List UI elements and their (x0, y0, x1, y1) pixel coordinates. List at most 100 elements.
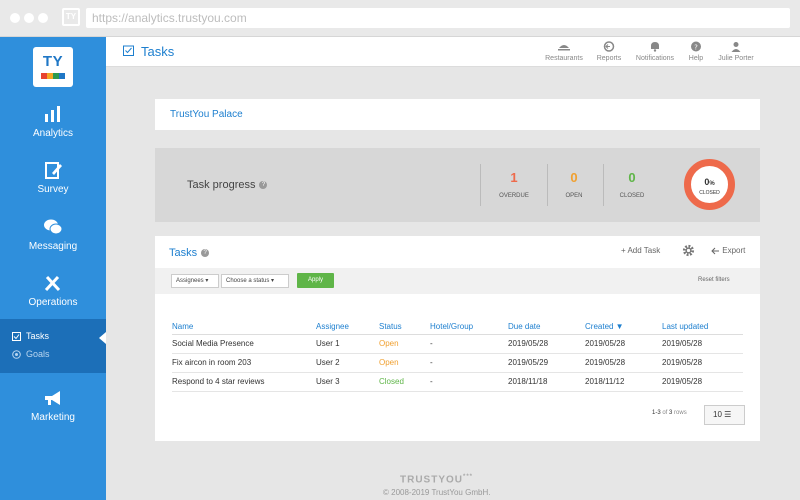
sidebar-item-operations[interactable]: Operations (0, 274, 106, 308)
restaurant-icon (558, 45, 570, 51)
open-count: 0 (570, 170, 578, 185)
sidebar-item-messaging[interactable]: Messaging (0, 218, 106, 252)
page-title: Tasks (141, 44, 175, 59)
divider (480, 164, 481, 206)
reset-filters-link[interactable]: Reset filters (698, 277, 730, 283)
closed-stat: 0 CLOSED (602, 170, 662, 199)
chevron-down-icon: ▾ (205, 278, 209, 284)
task-progress-card: Task progress? 1 OVERDUE 0 OPEN 0 CLOSED… (155, 148, 760, 222)
task-assignee: User 3 (316, 372, 379, 392)
header-nav-user-profile[interactable]: Julie Porter (711, 41, 761, 62)
table-row[interactable]: Respond to 4 star reviews User 3 Closed … (172, 372, 743, 392)
task-created: 2018/11/12 (585, 372, 662, 392)
tasks-card: Tasks? + Add Task Export Assignees ▾ Cho… (155, 236, 760, 441)
browser-toolbar: TY https://analytics.trustyou.com (0, 0, 800, 37)
task-assignee: User 1 (316, 334, 379, 354)
sidebar-item-marketing[interactable]: Marketing (0, 389, 106, 423)
column-name[interactable]: Name (172, 320, 316, 335)
hotel-name[interactable]: TrustYou Palace (170, 109, 243, 120)
status-select-value: Choose a status (226, 278, 270, 284)
apply-button[interactable]: Apply (297, 273, 334, 288)
page-size-value: 10 (713, 410, 722, 419)
bell-icon (651, 42, 659, 52)
closed-percentage-ring: 0% CLOSED (684, 159, 735, 210)
operations-submenu: Tasks Goals (0, 319, 106, 373)
tasks-section-title: Tasks? (169, 247, 210, 259)
task-name: Respond to 4 star reviews (172, 372, 316, 392)
task-last-updated: 2019/05/28 (662, 372, 743, 392)
pager-total: 3 (669, 410, 673, 416)
column-hotel-group[interactable]: Hotel/Group (430, 320, 508, 335)
logo-color-bars (41, 73, 65, 79)
assignees-select[interactable]: Assignees ▾ (171, 274, 219, 288)
status-select[interactable]: Choose a status ▾ (221, 274, 289, 288)
subitem-label: Goals (26, 349, 50, 359)
tasks-title-text: Tasks (169, 247, 198, 259)
sidebar-subitem-tasks[interactable]: Tasks (12, 331, 49, 341)
export-icon (711, 247, 719, 255)
table-row[interactable]: Social Media Presence User 1 Open - 2019… (172, 334, 743, 354)
hotel-card: TrustYou Palace (155, 99, 760, 130)
open-label: OPEN (565, 193, 583, 199)
task-progress-label: Task progress? (187, 179, 268, 191)
page-size-select[interactable]: 10 ☰ (704, 405, 745, 425)
sidebar-item-label: Marketing (31, 412, 75, 423)
list-icon: ☰ (724, 410, 732, 419)
table-row[interactable]: Fix aircon in room 203 User 2 Open - 201… (172, 353, 743, 373)
sidebar-item-analytics[interactable]: Analytics (0, 105, 106, 139)
task-created: 2019/05/28 (585, 334, 662, 354)
header-nav-label: Reports (596, 55, 622, 62)
gear-icon[interactable] (682, 244, 695, 257)
subitem-label: Tasks (26, 331, 50, 341)
window-minimize-dot[interactable] (24, 13, 34, 23)
column-created[interactable]: Created ▼ (585, 320, 662, 335)
header-nav-reports[interactable]: Reports (584, 41, 634, 62)
header-nav-label: Notifications (635, 55, 675, 62)
add-task-button[interactable]: + Add Task (621, 246, 660, 255)
address-bar[interactable]: https://analytics.trustyou.com (86, 8, 790, 28)
overdue-count: 1 (510, 170, 518, 185)
trustyou-logo[interactable]: TY (33, 47, 73, 87)
task-status: Open (379, 334, 430, 354)
task-hotel: - (430, 372, 508, 392)
task-hotel: - (430, 334, 508, 354)
export-button[interactable]: Export (711, 246, 745, 255)
column-last-updated[interactable]: Last updated (662, 320, 743, 335)
task-checkbox-icon (123, 45, 134, 56)
pager-rows-word: rows (674, 410, 687, 416)
task-due-date: 2019/05/28 (508, 334, 585, 354)
pagination-summary: 1-3 of 3 rows (652, 410, 687, 416)
header-nav-restaurants[interactable]: Restaurants (539, 41, 589, 62)
header-nav-label: Help (688, 55, 704, 62)
window-maximize-dot[interactable] (38, 13, 48, 23)
header-nav-label: Julie Porter (718, 55, 754, 62)
sidebar-subitem-goals[interactable]: Goals (12, 349, 50, 359)
task-status: Open (379, 353, 430, 373)
column-due-date[interactable]: Due date (508, 320, 585, 335)
user-icon (731, 42, 741, 52)
bar-chart-icon (45, 106, 60, 122)
open-stat: 0 OPEN (544, 170, 604, 199)
task-created: 2019/05/28 (585, 353, 662, 373)
closed-percentage: 0% (691, 177, 728, 187)
task-status: Closed (379, 372, 430, 392)
sidebar-item-survey[interactable]: Survey (0, 161, 106, 195)
help-icon[interactable]: ? (259, 181, 268, 190)
footer-brand: TRUSTYOU*** (400, 474, 473, 485)
footer-brand-text: TRUSTYOU (400, 474, 463, 486)
window-close-dot[interactable] (10, 13, 20, 23)
overdue-label: OVERDUE (499, 193, 529, 199)
column-assignee[interactable]: Assignee (316, 320, 379, 335)
column-status[interactable]: Status (379, 320, 430, 335)
task-due-date: 2018/11/18 (508, 372, 585, 392)
task-hotel: - (430, 353, 508, 373)
sidebar-item-label: Operations (28, 297, 78, 308)
task-progress-title: Task progress (187, 179, 256, 191)
pager-range: 1-3 (652, 410, 661, 416)
chat-bubbles-icon (44, 219, 63, 235)
closed-count: 0 (628, 170, 636, 185)
filter-bar: Assignees ▾ Choose a status ▾ Apply Rese… (155, 268, 760, 294)
help-icon[interactable]: ? (201, 249, 210, 258)
task-last-updated: 2019/05/28 (662, 334, 743, 354)
clipboard-edit-icon (45, 162, 62, 179)
